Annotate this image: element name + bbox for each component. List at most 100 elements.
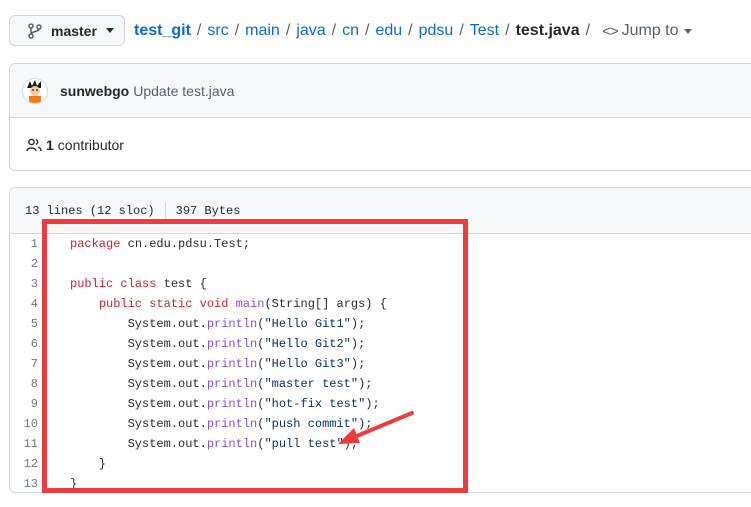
line-number[interactable]: 9 [10, 394, 48, 414]
code-text: System.out.println("hot-fix test"); [48, 394, 380, 414]
breadcrumb-separator: / [365, 22, 370, 39]
breadcrumb-separator: / [285, 22, 291, 39]
code-text: System.out.println("push commit"); [48, 414, 373, 434]
branch-label: master [51, 22, 97, 39]
contributors-row[interactable]: 1 contributor [10, 118, 751, 171]
code-token: } [70, 457, 107, 471]
code-icon: <> [602, 22, 619, 40]
line-number[interactable]: 12 [10, 454, 48, 474]
breadcrumb-separator: / [331, 22, 337, 39]
code-text: System.out.println("Hello Git2"); [48, 334, 366, 354]
code-text: System.out.println("master test"); [48, 374, 373, 394]
breadcrumb-link-cn[interactable]: cn [342, 22, 359, 40]
code-token: println [206, 337, 258, 351]
code-token: ); [365, 397, 380, 411]
line-number[interactable]: 10 [10, 414, 48, 434]
breadcrumb-current-file: test.java [515, 22, 580, 39]
code-token: } [70, 477, 78, 491]
breadcrumb-link-pdsu[interactable]: pdsu [419, 22, 454, 40]
line-number[interactable]: 5 [10, 314, 48, 334]
divider [164, 201, 166, 220]
file-size: 397 Bytes [175, 203, 241, 218]
code-token: println [206, 377, 258, 391]
code-text: } [48, 474, 78, 492]
code-token: "Hello Git1" [264, 317, 351, 331]
code-line: 1 package cn.edu.pdsu.Test; [10, 234, 751, 254]
code-line: 5 System.out.println("Hello Git1"); [10, 314, 751, 334]
breadcrumb-link-src[interactable]: src [207, 22, 228, 40]
line-number[interactable]: 2 [10, 254, 48, 274]
contributor-label: contributor [57, 136, 124, 153]
code-token: class [120, 277, 157, 291]
breadcrumb-separator: / [234, 22, 240, 39]
code-token: "pull test" [264, 437, 344, 451]
code-text: System.out.println("pull test"); [48, 434, 358, 454]
line-number[interactable]: 4 [10, 294, 48, 314]
breadcrumb-root-link[interactable]: test_git [134, 22, 191, 40]
line-number[interactable]: 8 [10, 374, 48, 394]
code-token: System.out. [70, 437, 207, 451]
line-number[interactable]: 11 [10, 434, 48, 454]
breadcrumb-separator: / [585, 22, 591, 39]
line-number[interactable]: 7 [10, 354, 48, 374]
code-token: System.out. [70, 397, 207, 411]
code-token: "Hello Git3" [264, 357, 351, 371]
code-token: "hot-fix test" [264, 397, 366, 411]
line-number[interactable]: 1 [10, 234, 48, 254]
code-line: 8 System.out.println("master test"); [10, 374, 751, 394]
code-token: println [206, 317, 258, 331]
latest-commit-box: sunwebgo Update test.java 1 contributor [9, 63, 751, 171]
code-line: 4 public static void main(String[] args)… [10, 294, 751, 314]
breadcrumb-link-test[interactable]: Test [470, 22, 499, 40]
commit-message-link[interactable]: Update test.java [133, 83, 234, 99]
chevron-down-icon [105, 28, 114, 33]
code-token: ); [358, 417, 373, 431]
commit-author-link[interactable]: sunwebgo [60, 83, 129, 99]
git-branch-icon [28, 22, 42, 39]
code-line: 7 System.out.println("Hello Git3"); [10, 354, 751, 374]
breadcrumb: test_git / src / main / java / cn / edu … [134, 20, 692, 42]
code-line: 6 System.out.println("Hello Git2"); [10, 334, 751, 354]
code-line: 2 [10, 254, 751, 274]
code-token: System.out. [70, 357, 207, 371]
commit-header: sunwebgo Update test.java [10, 64, 751, 118]
avatar[interactable] [22, 77, 48, 104]
file-viewer: 13 lines (12 sloc) 397 Bytes 1 package cn… [9, 187, 751, 493]
branch-select-button[interactable]: master [9, 15, 125, 46]
code-token: "master test" [264, 377, 359, 391]
code-line: 12 } [10, 454, 751, 474]
code-token: ); [343, 437, 359, 451]
code-line: 9 System.out.println("hot-fix test"); [10, 394, 751, 414]
code-token: public [98, 297, 143, 311]
code-token: ); [358, 377, 373, 391]
chevron-down-icon [683, 28, 692, 34]
code-text: package cn.edu.pdsu.Test; [48, 234, 250, 254]
code-token: (String[] args) { [264, 297, 387, 311]
code-token: println [206, 417, 258, 431]
jump-to-button[interactable]: <> Jump to [602, 22, 692, 40]
code-token: System.out. [70, 317, 207, 331]
code-token: ); [350, 357, 366, 371]
code-token: test { [156, 277, 207, 291]
code-content: 1 package cn.edu.pdsu.Test; 2 3 public class… [10, 234, 751, 492]
breadcrumb-link-main[interactable]: main [245, 22, 280, 40]
code-token: package [70, 237, 121, 251]
code-text: public class test { [48, 274, 207, 294]
code-token: System.out. [70, 377, 207, 391]
code-line: 3 public class test { [10, 274, 751, 294]
line-number[interactable]: 3 [10, 274, 48, 294]
breadcrumb-separator: / [196, 22, 202, 39]
contributor-count: 1 [46, 136, 54, 153]
line-number[interactable]: 6 [10, 334, 48, 354]
code-token: public [70, 277, 114, 291]
code-token: "Hello Git2" [264, 337, 351, 351]
breadcrumb-link-edu[interactable]: edu [375, 22, 402, 40]
breadcrumb-link-java[interactable]: java [296, 22, 325, 40]
code-token: ); [350, 337, 366, 351]
line-number[interactable]: 13 [10, 474, 48, 492]
code-token: "push commit" [264, 417, 359, 431]
code-token: main [235, 297, 265, 311]
